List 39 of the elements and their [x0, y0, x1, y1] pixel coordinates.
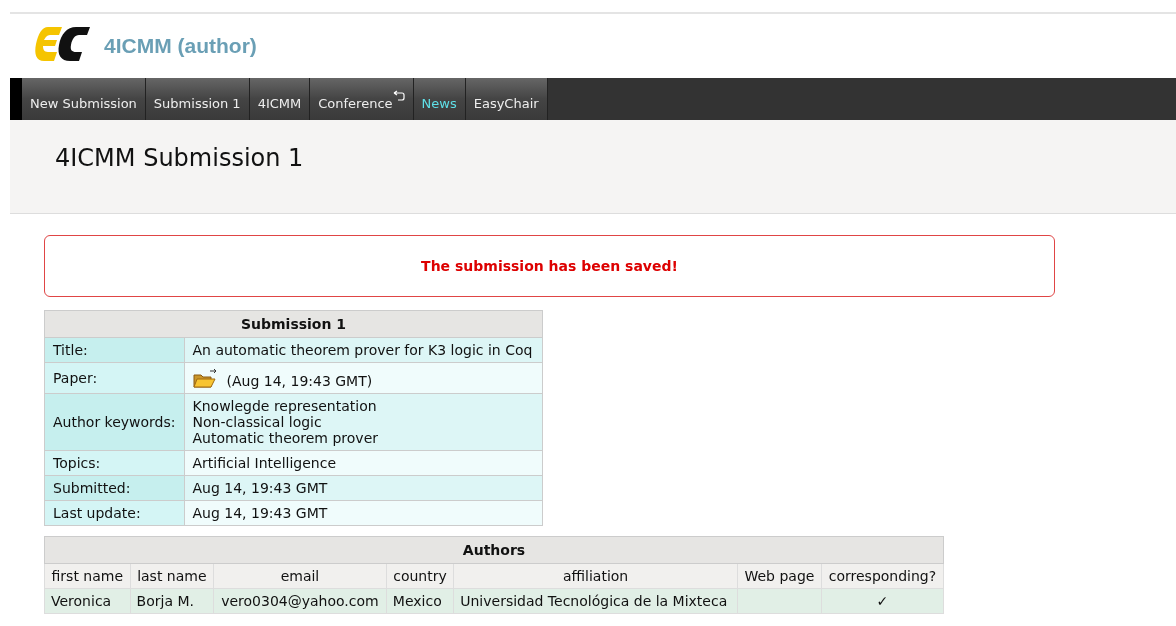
nav-tab[interactable]: Conference — [310, 78, 414, 120]
table-heading: Submission 1 — [44, 310, 543, 338]
nav-tab[interactable]: News — [413, 78, 466, 120]
table-cell: Borja M. — [136, 593, 194, 609]
success-alert: The submission has been saved! — [44, 235, 1055, 297]
column-header: first name — [44, 563, 131, 589]
field-value: An automatic theorem prover for K3 logic in Coq — [192, 342, 533, 358]
field-value: (Aug 14, 19:43 GMT) — [226, 373, 373, 389]
field-label: Last update: — [44, 500, 184, 526]
column-header: Web page — [737, 563, 822, 589]
table-cell: Universidad Tecnológica de la Mixteca — [460, 593, 728, 609]
field-label: Title: — [44, 337, 184, 363]
table-cell: Mexico — [392, 593, 442, 609]
return-arrow-icon — [392, 90, 405, 104]
folder-icon[interactable] — [192, 367, 217, 389]
table-cell: ✓ — [876, 593, 889, 609]
field-label: Author keywords: — [44, 393, 184, 451]
column-header: last name — [130, 563, 214, 589]
field-value: Aug 14, 19:43 GMT — [192, 505, 328, 521]
site-title: 4ICMM (author) — [104, 34, 257, 58]
nav-tab[interactable]: New Submission — [22, 78, 146, 120]
field-label: Paper: — [44, 362, 184, 394]
field-label: Submitted: — [44, 475, 184, 501]
column-header: email — [213, 563, 387, 589]
nav-tab[interactable]: Submission 1 — [145, 78, 250, 120]
table-heading: Authors — [44, 536, 944, 564]
column-header: affiliation — [453, 563, 738, 589]
table-cell: vero0304@yahoo.com — [221, 593, 379, 609]
page-title: 4ICMM Submission 1 — [55, 144, 304, 172]
field-value: Non-classical logic — [192, 414, 323, 430]
field-value: Aug 14, 19:43 GMT — [192, 480, 328, 496]
field-value: Artificial Intelligence — [192, 455, 336, 471]
field-value: Automatic theorem prover — [192, 430, 379, 446]
field-label: Topics: — [44, 450, 184, 476]
nav-tab[interactable]: 4ICMM — [249, 78, 311, 120]
nav-tab[interactable]: EasyChair — [465, 78, 548, 120]
column-header: corresponding? — [821, 563, 944, 589]
table-cell: Veronica — [51, 593, 112, 609]
field-value: Knowlegde representation — [192, 398, 378, 414]
